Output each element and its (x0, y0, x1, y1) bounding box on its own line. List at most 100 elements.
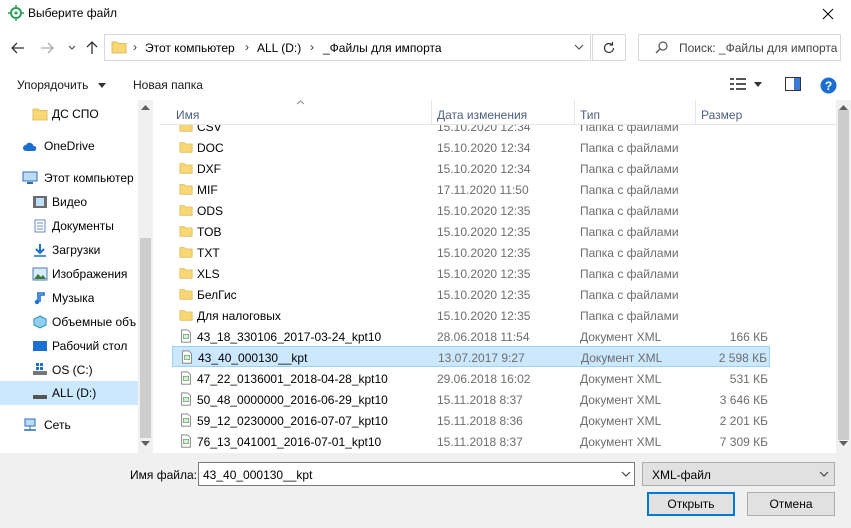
sidebar-item-video[interactable]: Видео (0, 190, 138, 214)
close-icon (822, 8, 834, 20)
sidebar-item-ds-spo[interactable]: ДС СПО (0, 102, 138, 126)
sidebar-item-label: Рабочий стол (52, 339, 128, 353)
open-button[interactable]: Открыть (647, 492, 735, 516)
sidebar-item-images[interactable]: Изображения (0, 262, 138, 286)
scroll-up-icon[interactable] (141, 104, 150, 110)
arrow-left-icon (11, 42, 24, 54)
column-divider[interactable] (431, 100, 432, 124)
address-bar[interactable]: › Этот компьютер › ALL (D:) › _Файлы для… (104, 34, 591, 61)
sidebar-item-documents[interactable]: Документы (0, 214, 138, 238)
sidebar-item-downloads[interactable]: Загрузки (0, 238, 138, 262)
sidebar-item-music[interactable]: Музыка (0, 286, 138, 310)
file-type: Папка с файлами (580, 309, 679, 323)
file-type: Папка с файлами (580, 183, 679, 197)
column-header-type[interactable]: Тип (580, 108, 600, 122)
xml-file-icon (181, 392, 191, 406)
window-title: Выберите файл (28, 6, 118, 20)
file-size: 2 201 КБ (719, 414, 768, 428)
refresh-button[interactable] (592, 34, 626, 61)
up-button[interactable] (82, 38, 102, 58)
search-placeholder: Поиск: _Файлы для импорта (679, 41, 838, 55)
sidebar-item-label: Этот компьютер (44, 171, 134, 185)
cancel-button[interactable]: Отмена (747, 492, 835, 516)
chevron-down-icon[interactable] (572, 40, 586, 54)
close-button[interactable] (805, 0, 851, 28)
file-size: 166 КБ (729, 330, 768, 344)
list-item[interactable]: MIF 17.11.2020 11:50 Папка с файлами (172, 179, 770, 200)
search-box[interactable]: Поиск: _Файлы для импорта (638, 34, 841, 61)
chevron-down-icon[interactable] (620, 468, 632, 480)
help-button[interactable]: ? (820, 77, 838, 95)
list-item[interactable]: БелГис 15.10.2020 12:35 Папка с файлами (172, 284, 770, 305)
sidebar-item-this-pc[interactable]: Этот компьютер (0, 166, 138, 190)
column-divider[interactable] (574, 100, 575, 124)
desktop-icon (33, 341, 47, 351)
file-name: XLS (197, 267, 220, 281)
sidebar-item-desktop[interactable]: Рабочий стол (0, 334, 138, 358)
view-options-button[interactable] (730, 77, 766, 93)
file-type: Документ XML (580, 330, 662, 344)
list-item[interactable]: ODS 15.10.2020 12:35 Папка с файлами (172, 200, 770, 221)
preview-pane-button[interactable] (785, 77, 803, 93)
list-item[interactable]: CSV 15.10.2020 12:34 Папка с файлами (172, 125, 770, 137)
sidebar-item-label: Документы (52, 219, 114, 233)
filename-input[interactable]: 43_40_000130__kpt (198, 462, 635, 486)
file-size: 2 598 КБ (718, 351, 767, 365)
sidebar-item-onedrive[interactable]: OneDrive (0, 134, 138, 158)
breadcrumb-this-pc[interactable]: Этот компьютер (145, 41, 235, 55)
list-item[interactable]: 59_12_0230000_2016-07-07_kpt10 15.11.201… (172, 410, 770, 431)
list-item[interactable]: 50_48_0000000_2016-06-29_kpt10 15.11.201… (172, 389, 770, 410)
sidebar-scroll-thumb[interactable] (140, 238, 151, 438)
sidebar-item-label: Объемные объ (52, 315, 137, 329)
back-button[interactable] (8, 38, 28, 58)
list-item[interactable]: 47_22_0136001_2018-04-28_kpt10 29.06.201… (172, 368, 770, 389)
column-divider[interactable] (695, 100, 696, 124)
sidebar-item-label: OneDrive (44, 139, 95, 153)
file-date: 15.11.2018 8:37 (437, 393, 523, 407)
scroll-down-icon[interactable] (839, 441, 848, 447)
file-type: Папка с файлами (580, 288, 679, 302)
chevron-down-icon (97, 83, 106, 88)
file-type: Документ XML (580, 372, 662, 386)
file-date: 17.11.2020 11:50 (437, 183, 529, 197)
list-item[interactable]: DOC 15.10.2020 12:34 Папка с файлами (172, 137, 770, 158)
chevron-down-icon (754, 82, 762, 87)
organize-label: Упорядочить (17, 78, 89, 92)
file-type: Папка с файлами (580, 225, 679, 239)
column-header-size[interactable]: Размер (701, 108, 742, 122)
list-item[interactable]: XLS 15.10.2020 12:35 Папка с файлами (172, 263, 770, 284)
folder-icon (111, 41, 127, 54)
list-item[interactable]: DXF 15.10.2020 12:34 Папка с файлами (172, 158, 770, 179)
recent-locations-button[interactable] (62, 38, 82, 58)
new-folder-button[interactable]: Новая папка (133, 78, 203, 92)
breadcrumb-folder[interactable]: _Файлы для импорта (323, 41, 442, 55)
file-type-filter[interactable]: XML-файл (642, 462, 835, 486)
help-icon: ? (820, 77, 837, 94)
list-item[interactable]: TXT 15.10.2020 12:35 Папка с файлами (172, 242, 770, 263)
list-item-selected[interactable]: 43_40_000130__kpt 13.07.2017 9:27 Докуме… (172, 346, 770, 367)
network-icon (24, 418, 36, 431)
scroll-up-icon[interactable] (839, 104, 848, 110)
forward-button[interactable] (37, 38, 57, 58)
organize-button[interactable]: Упорядочить (17, 78, 106, 92)
sidebar-item-3d-objects[interactable]: Объемные объ (0, 310, 138, 334)
file-size: 531 КБ (729, 372, 768, 386)
column-header-date[interactable]: Дата изменения (437, 108, 527, 122)
list-item[interactable]: Для налоговых 15.10.2020 12:35 Папка с ф… (172, 305, 770, 326)
column-header-name[interactable]: Имя (176, 108, 199, 122)
breadcrumb-separator: › (310, 40, 314, 54)
sidebar-item-drive-c[interactable]: OS (C:) (0, 358, 138, 382)
sidebar-item-network[interactable]: Сеть (0, 413, 138, 437)
title-bar: Выберите файл (0, 0, 851, 28)
file-name: 47_22_0136001_2018-04-28_kpt10 (197, 372, 388, 386)
sidebar-item-drive-d[interactable]: ALL (D:) (0, 381, 138, 405)
xml-file-icon (181, 413, 191, 427)
file-list-scroll-thumb[interactable] (838, 110, 849, 440)
list-item[interactable]: 43_18_330106_2017-03-24_kpt10 28.06.2018… (172, 326, 770, 347)
list-item[interactable]: 76_13_041001_2016-07-01_kpt10 15.11.2018… (172, 431, 770, 452)
breadcrumb-drive[interactable]: ALL (D:) (257, 41, 301, 55)
scroll-down-icon[interactable] (141, 441, 150, 447)
folder-icon (179, 142, 193, 153)
svg-text:?: ? (825, 79, 832, 93)
list-item[interactable]: TOB 15.10.2020 12:35 Папка с файлами (172, 221, 770, 242)
